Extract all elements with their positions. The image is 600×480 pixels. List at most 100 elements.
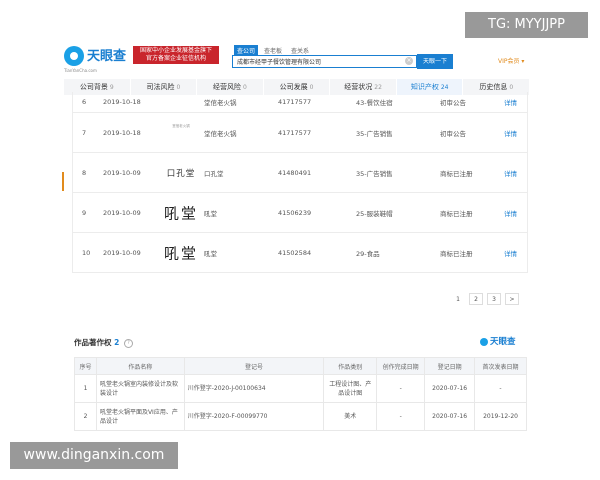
detail-link[interactable]: 详情: [504, 208, 517, 218]
creation-date: -: [376, 402, 426, 431]
work-type: 工程设计图、产品设计图: [323, 374, 378, 403]
detail-link[interactable]: 详情: [504, 97, 517, 107]
trademark-image-text: 吼堂: [163, 244, 198, 262]
trademark-image-text: 口孔堂: [166, 168, 196, 179]
tab-count: 0: [243, 84, 247, 91]
pagination: 1 2 3 >: [451, 293, 519, 305]
row-number: 8: [82, 168, 87, 177]
trademark-status: 商标已注册: [440, 249, 473, 258]
official-banner[interactable]: 国家中小企业发展基金旗下 官方备案企业征信机构: [133, 46, 219, 64]
row-number: 2: [74, 402, 97, 431]
banner-line-1: 国家中小企业发展基金旗下: [139, 47, 212, 54]
row-number: 1: [74, 374, 97, 403]
trademark-image-text: 堂倌老火锅: [172, 123, 190, 128]
tianyancha-logo[interactable]: 天眼查 TianYanCha.com: [64, 44, 132, 73]
registration-number: 41502584: [278, 248, 312, 257]
table-row: 6 2019-10-18 堂倌老火锅 41717577 43-餐饮住宿 初审公告…: [72, 92, 528, 113]
vip-label: VIP会员: [498, 58, 520, 65]
vip-menu[interactable]: VIP会员 ▾: [498, 56, 524, 65]
site-url-overlay: www.dinganxin.com: [10, 442, 178, 469]
table-header-row: 序号 作品名称 登记号 作品类别 创作完成日期 登记日期 首次发表日期: [74, 357, 527, 375]
first-publish-date: -: [474, 374, 527, 403]
trademark-name: 吼堂: [204, 209, 217, 218]
copyright-section-title: 作品著作权 2 ?: [74, 337, 133, 348]
page-3-button[interactable]: 3: [487, 293, 501, 305]
trademark-name: 堂倌老火锅: [204, 99, 237, 107]
table-row: 1 吼堂老火锅室内装修设计及软装设计 川作登字-2020-J-00100634 …: [74, 374, 527, 403]
search-button[interactable]: 天眼一下: [417, 54, 453, 69]
registration-number: 川作登字-2020-J-00100634: [183, 374, 325, 403]
trademark-name: 吼堂: [204, 249, 217, 258]
creation-date: -: [376, 374, 426, 403]
row-highlight-marker: [62, 172, 64, 191]
trademark-status: 初审公告: [440, 99, 466, 107]
column-header: 作品名称: [95, 357, 185, 375]
trademark-image: 吼堂: [156, 242, 206, 263]
trademark-status: 初审公告: [440, 129, 466, 138]
tianyancha-watermark: 天眼查: [480, 335, 516, 347]
international-class: 43-餐饮住宿: [356, 99, 393, 107]
column-header: 登记号: [183, 357, 325, 375]
row-number: 6: [82, 98, 87, 106]
international-class: 35-广告销售: [356, 129, 393, 138]
tab-count: 24: [440, 84, 449, 91]
section-title-text: 作品著作权: [74, 338, 112, 347]
tab-count: 22: [374, 84, 382, 91]
registration-number: 川作登字-2020-F-00099770: [183, 402, 325, 431]
registration-date: 2020-07-16: [424, 402, 476, 431]
table-row: 10 2019-10-09 吼堂 吼堂 41502584 29-食品 商标已注册…: [72, 233, 528, 273]
apply-date: 2019-10-09: [103, 248, 141, 257]
international-class: 35-广告销售: [356, 169, 393, 178]
table-row: 2 吼堂老火锅平面及VI应用、产品设计 川作登字-2020-F-00099770…: [74, 402, 527, 431]
apply-date: 2019-10-09: [103, 168, 141, 177]
registration-number: 41506239: [278, 208, 312, 217]
help-icon[interactable]: ?: [123, 338, 133, 348]
tab-count: 0: [176, 84, 181, 91]
international-class: 29-食品: [356, 249, 380, 258]
trademark-image: 堂倌老火锅: [156, 121, 206, 129]
logo-text: 天眼查: [87, 49, 127, 64]
column-header: 创作完成日期: [376, 357, 426, 375]
tab-count: 9: [109, 84, 114, 91]
page-1-button[interactable]: 1: [451, 293, 465, 305]
work-name: 吼堂老火锅室内装修设计及软装设计: [95, 374, 185, 403]
apply-date: 2019-10-09: [103, 208, 141, 217]
detail-link[interactable]: 详情: [504, 128, 517, 138]
registration-date: 2020-07-16: [424, 374, 476, 403]
table-row: 8 2019-10-09 口孔堂 口孔堂 41480491 35-广告销售 商标…: [72, 153, 528, 193]
row-number: 10: [82, 248, 91, 257]
trademark-image: 口孔堂: [156, 167, 206, 179]
banner-line-2: 官方备案企业征信机构: [145, 55, 206, 62]
column-header: 登记日期: [424, 357, 476, 375]
detail-link[interactable]: 详情: [504, 248, 517, 258]
trademark-table: 6 2019-10-18 堂倌老火锅 41717577 43-餐饮住宿 初审公告…: [72, 92, 528, 273]
copyright-table: 序号 作品名称 登记号 作品类别 创作完成日期 登记日期 首次发表日期 1 吼堂…: [74, 357, 527, 431]
table-row: 7 2019-10-18 堂倌老火锅 堂倌老火锅 41717577 35-广告销…: [72, 113, 528, 153]
first-publish-date: 2019-12-20: [474, 402, 527, 431]
row-number: 7: [82, 128, 87, 137]
registration-number: 41717577: [278, 128, 312, 137]
section-count: 2: [114, 338, 120, 347]
trademark-status: 商标已注册: [440, 169, 473, 178]
next-page-button[interactable]: >: [505, 293, 519, 305]
tab-count: 0: [509, 84, 514, 91]
apply-date: 2019-10-18: [103, 128, 141, 137]
trademark-status: 商标已注册: [440, 209, 473, 218]
tab-label: 司法风险: [146, 83, 175, 91]
tg-contact-overlay: TG: MYYJJPP: [465, 12, 588, 38]
work-name: 吼堂老火锅平面及VI应用、产品设计: [95, 402, 185, 431]
clear-search-icon[interactable]: ×: [405, 57, 413, 65]
tab-label: 经营状况: [344, 83, 373, 91]
tab-label: 历史信息: [479, 83, 508, 91]
apply-date: 2019-10-18: [103, 98, 141, 106]
column-header: 首次发表日期: [474, 357, 527, 375]
tab-label: 公司发展: [279, 83, 308, 91]
trademark-image-text: 吼堂: [163, 204, 198, 222]
detail-link[interactable]: 详情: [504, 168, 517, 178]
tab-label: 经营风险: [213, 83, 242, 91]
trademark-name: 口孔堂: [204, 169, 224, 178]
work-type: 美术: [323, 402, 378, 431]
search-input[interactable]: 成都市经甲子餐饮管理有限公司: [232, 55, 417, 68]
page-2-button[interactable]: 2: [469, 293, 483, 305]
column-header: 作品类别: [323, 357, 378, 375]
